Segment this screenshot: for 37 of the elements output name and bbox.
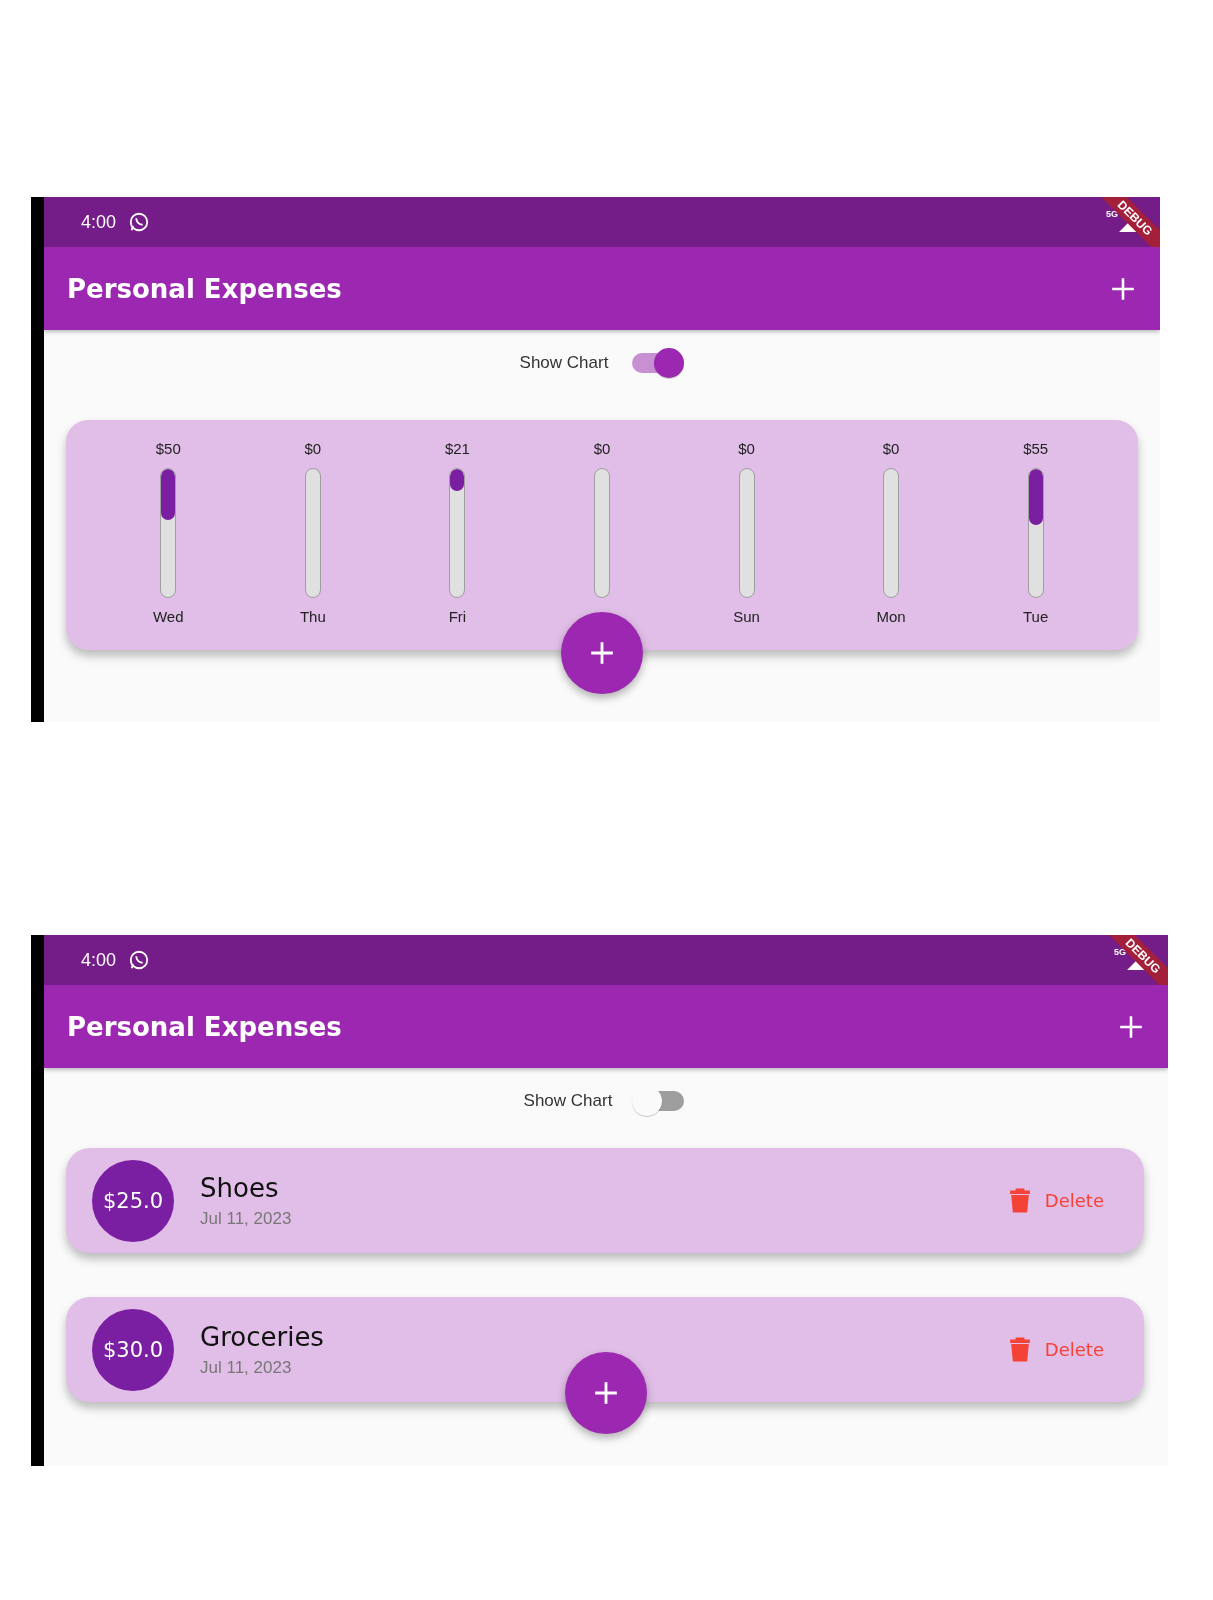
bar-amount: $21	[444, 440, 470, 459]
plus-icon	[593, 1380, 619, 1406]
plus-icon	[589, 640, 615, 666]
bar-day: Thu	[299, 608, 326, 628]
expense-title: Groceries	[200, 1321, 325, 1352]
bar-day: Sun	[733, 608, 760, 628]
app-title: Personal Expenses	[67, 1011, 342, 1042]
show-chart-label: Show Chart	[523, 1091, 613, 1111]
bar-day: Mon	[876, 608, 906, 628]
delete-button[interactable]: Delete	[1002, 1186, 1110, 1215]
add-fab[interactable]	[565, 1352, 647, 1434]
amount-avatar: $30.0	[92, 1308, 174, 1391]
delete-button[interactable]: Delete	[1002, 1335, 1110, 1364]
bar-amount: $0	[593, 440, 611, 459]
chat-icon	[128, 211, 151, 233]
chat-icon	[128, 949, 151, 971]
network-label: 5G	[1114, 947, 1126, 957]
bar-amount: $55	[1023, 440, 1049, 459]
bar-day: Fri	[448, 608, 467, 628]
bar-amount: $0	[882, 440, 900, 459]
bar-day: Wed	[153, 608, 184, 628]
trash-icon	[1008, 1336, 1031, 1363]
status-time: 4:00	[81, 211, 117, 233]
app-title: Personal Expenses	[67, 273, 342, 304]
expense-title: Shoes	[200, 1172, 280, 1203]
bar-amount: $50	[155, 440, 181, 459]
trash-icon	[1008, 1187, 1031, 1214]
add-fab[interactable]	[561, 612, 643, 694]
amount-avatar: $25.0	[92, 1159, 174, 1242]
bar-amount: $0	[738, 440, 755, 459]
expense-date: Jul 11, 2023	[200, 1357, 293, 1378]
show-chart-label: Show Chart	[519, 353, 609, 373]
expense-date: Jul 11, 2023	[200, 1208, 293, 1229]
bar-day: Tue	[1023, 608, 1049, 628]
bar-amount: $0	[304, 440, 322, 459]
status-time: 4:00	[81, 949, 117, 971]
network-label: 5G	[1106, 209, 1118, 219]
